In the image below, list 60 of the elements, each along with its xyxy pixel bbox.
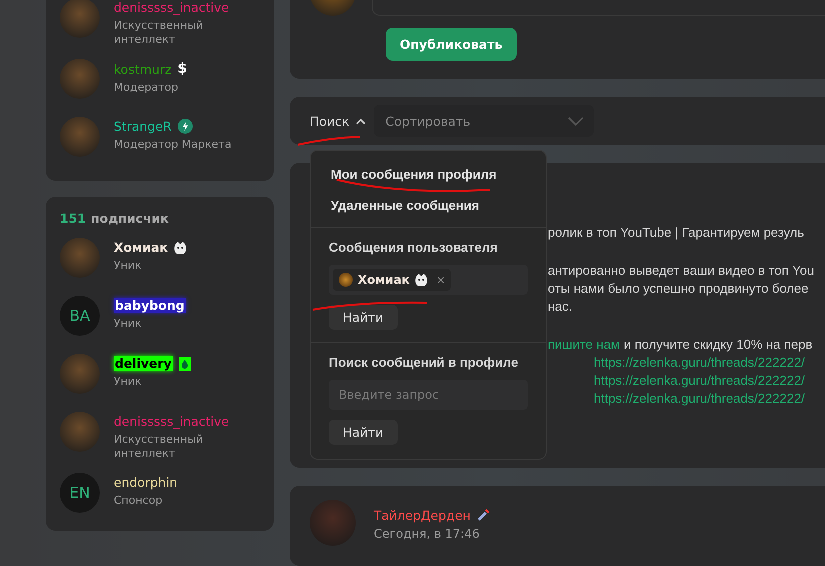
badge-symbol: $ bbox=[178, 61, 188, 77]
username-link[interactable]: kostmurz bbox=[114, 62, 172, 76]
avatar-photo-placeholder bbox=[60, 117, 100, 157]
user-role: Уник bbox=[114, 259, 143, 273]
post-time: Сегодня, в 17:46 bbox=[374, 526, 481, 540]
followers-label: подписчик bbox=[91, 211, 170, 226]
search-field[interactable]: Введите запрос bbox=[329, 380, 528, 410]
contact-link[interactable]: пишите нам bbox=[548, 337, 620, 353]
thread-link[interactable]: https://zelenka.guru/threads/222222/ bbox=[548, 373, 825, 389]
avatar-photo-placeholder bbox=[60, 0, 100, 38]
username-link[interactable]: delivery bbox=[114, 356, 173, 371]
post-text: оты нами было успешно продвинуто более bbox=[548, 281, 810, 297]
section-title: Сообщения пользователя bbox=[329, 240, 499, 255]
user-role: Уник bbox=[114, 375, 143, 389]
avatar-photo-placeholder bbox=[60, 412, 100, 452]
user-avatar: BA bbox=[60, 296, 100, 336]
thread-link[interactable]: https://zelenka.guru/threads/222222/ bbox=[548, 391, 825, 407]
find-button[interactable]: Найти bbox=[329, 305, 398, 330]
avatar-photo-placeholder bbox=[60, 354, 100, 394]
find-button[interactable]: Найти bbox=[329, 420, 398, 445]
hand-drawn-underline bbox=[298, 136, 360, 146]
drop-icon bbox=[178, 356, 191, 370]
post-title: ролик в топ YouTube | Гарантируем резуль bbox=[548, 225, 806, 241]
avatar-photo-placeholder bbox=[60, 238, 100, 278]
username-link[interactable]: StrangeR bbox=[114, 119, 172, 134]
chevron-down-icon bbox=[568, 116, 584, 126]
user-field[interactable]: Хомиак × bbox=[329, 265, 528, 295]
user-avatar: EN bbox=[60, 473, 100, 513]
username-link[interactable]: Хомиак bbox=[114, 240, 168, 255]
chevron-icon bbox=[356, 118, 366, 124]
avatar-photo-placeholder bbox=[310, 500, 356, 546]
bolt-icon bbox=[178, 119, 193, 134]
menu-item[interactable]: Удаленные сообщения bbox=[311, 190, 546, 221]
user-role: Спонсор bbox=[114, 494, 164, 508]
follower-count: 151 bbox=[60, 211, 86, 226]
username-link[interactable]: denisssss_inactive bbox=[114, 414, 230, 429]
user-role: Уник bbox=[114, 317, 143, 331]
author-link[interactable]: ТайлерДерден bbox=[374, 508, 471, 522]
post-text: и получите скидку 10% на перв bbox=[624, 337, 813, 353]
user-role: Модератор Маркета bbox=[114, 138, 233, 152]
thread-link[interactable]: https://zelenka.guru/threads/222222/ bbox=[548, 355, 825, 371]
hamster-icon bbox=[174, 240, 188, 254]
publish-button[interactable]: Опубликовать bbox=[386, 28, 517, 61]
username-link[interactable]: babybong bbox=[114, 298, 186, 313]
avatar-photo-placeholder bbox=[60, 59, 100, 99]
remove-button[interactable]: × bbox=[432, 272, 446, 288]
username-link[interactable]: endorphin bbox=[114, 475, 178, 490]
section-title: Поиск сообщений в профиле bbox=[329, 355, 520, 370]
user-role: Искусственный интеллект bbox=[114, 433, 204, 461]
search-toggle[interactable]: Поиск bbox=[310, 114, 366, 128]
username-link[interactable]: denisssss_inactive bbox=[114, 0, 230, 15]
sort-select[interactable]: Сортировать bbox=[374, 105, 594, 137]
avatar-photo-placeholder bbox=[339, 273, 353, 287]
user-token-name: Хомиак bbox=[358, 273, 410, 287]
post-text: антированно выведет ваши видео в топ You bbox=[548, 263, 816, 279]
user-role: Искусственный интеллект bbox=[114, 19, 204, 47]
hamster-icon bbox=[414, 273, 428, 287]
menu-item[interactable]: Мои сообщения профиля bbox=[311, 159, 546, 190]
post-text: нас. bbox=[548, 299, 574, 315]
user-role: Модератор bbox=[114, 81, 180, 95]
